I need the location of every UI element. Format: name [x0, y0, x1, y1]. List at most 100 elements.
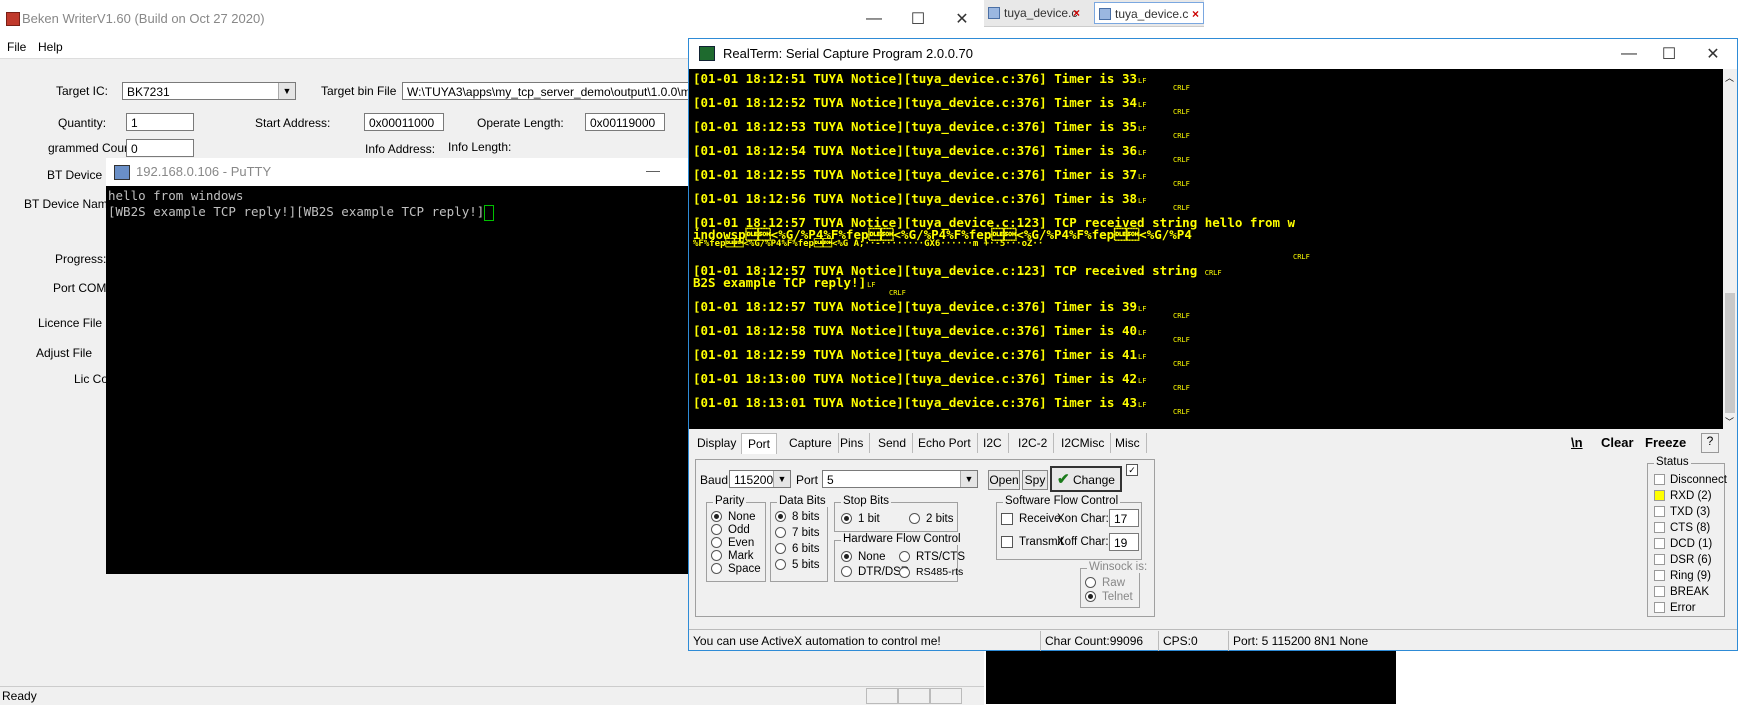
change-checkbox[interactable]: ✓	[1126, 464, 1138, 476]
databits-8-label: 8 bits	[792, 511, 820, 523]
tab-i2c[interactable]: I2C	[977, 433, 1009, 453]
operate-length-field[interactable]: 0x00119000	[585, 113, 665, 131]
target-bin-field[interactable]: W:\TUYA3\apps\my_tcp_server_demo\output\…	[402, 82, 692, 100]
change-button[interactable]: ✔ Change	[1050, 466, 1122, 492]
crlf-marker: CRLF	[1293, 253, 1310, 261]
port-label: Port	[796, 473, 819, 487]
editor-tab-2[interactable]: tuya_device.c ×	[1094, 2, 1204, 24]
stopbits-2-label: 2 bits	[926, 513, 954, 525]
stopbits-1[interactable]: 1 bit	[841, 513, 880, 525]
open-button[interactable]: Open	[988, 470, 1020, 490]
minimize-icon[interactable]: —	[1607, 39, 1651, 69]
swflow-title: Software Flow Control	[1003, 495, 1121, 507]
vertical-scrollbar[interactable]: ︿ ﹀	[1723, 69, 1737, 429]
scroll-up-icon[interactable]: ︿	[1725, 71, 1734, 84]
port-select[interactable]: 5 ▼	[822, 470, 978, 488]
close-icon[interactable]: ×	[1192, 3, 1199, 25]
hwflow-rtscts[interactable]: RTS/CTS	[899, 551, 965, 563]
tab-i2c-2[interactable]: I2C-2	[1012, 433, 1055, 453]
close-icon[interactable]: ×	[1073, 2, 1080, 24]
freeze-button[interactable]: Freeze	[1645, 435, 1686, 450]
realterm-terminal[interactable]: [01-01 18:12:51 TUYA Notice][tuya_device…	[689, 69, 1723, 429]
close-icon[interactable]: ✕	[940, 4, 984, 34]
maximize-icon[interactable]: ☐	[1647, 39, 1691, 69]
status-disconnect-label: Disconnect	[1670, 474, 1727, 486]
programmed-count-label: grammed Cour	[48, 141, 129, 155]
tab-echo-port[interactable]: Echo Port	[912, 433, 978, 453]
status-cts: CTS (8)	[1654, 522, 1710, 534]
baud-select[interactable]: 115200 ▼	[729, 470, 791, 488]
xon-field[interactable]: 17	[1109, 509, 1139, 527]
tab-i2cmisc[interactable]: I2CMisc	[1055, 433, 1112, 453]
databits-5[interactable]: 5 bits	[775, 559, 820, 571]
programmed-count-field[interactable]: 0	[126, 139, 194, 157]
close-icon[interactable]: ✕	[1691, 39, 1735, 69]
terminal-line-text: [01-01 18:12:53 TUYA Notice][tuya_device…	[693, 119, 1138, 134]
tab-display[interactable]: Display	[691, 433, 744, 453]
terminal-line-text: [01-01 18:12:58 TUYA Notice][tuya_device…	[693, 323, 1138, 338]
char-count: Char Count:99096	[1041, 631, 1159, 651]
quantity-field[interactable]: 1	[126, 113, 194, 131]
hwflow-rs485[interactable]: RS485-rts	[899, 566, 963, 578]
status-dsr: DSR (6)	[1654, 554, 1712, 566]
radio-icon	[775, 559, 786, 571]
parity-odd[interactable]: Odd	[711, 524, 750, 536]
maximize-icon[interactable]: ☐	[896, 4, 940, 34]
parity-none[interactable]: None	[711, 511, 756, 523]
newline-button[interactable]: \n	[1571, 435, 1583, 450]
winsock-raw[interactable]: Raw	[1085, 577, 1125, 589]
start-address-field[interactable]: 0x00011000	[364, 113, 444, 131]
scroll-thumb[interactable]	[1725, 293, 1735, 413]
databits-8[interactable]: 8 bits	[775, 511, 820, 523]
parity-even[interactable]: Even	[711, 537, 754, 549]
winsock-telnet[interactable]: Telnet	[1085, 591, 1133, 603]
spy-button[interactable]: Spy	[1022, 470, 1048, 490]
minimize-icon[interactable]: —	[646, 162, 660, 178]
xoff-field[interactable]: 19	[1109, 533, 1139, 551]
change-button-label: Change	[1072, 473, 1115, 487]
status-txd: TXD (3)	[1654, 506, 1710, 518]
scroll-down-icon[interactable]: ﹀	[1725, 415, 1734, 428]
putty-terminal[interactable]: hello from windows [WB2S example TCP rep…	[106, 186, 690, 574]
swflow-group: Software Flow Control Receive Xon Char: …	[996, 495, 1142, 560]
minimize-icon[interactable]: —	[852, 4, 896, 34]
editor-tab-1[interactable]: tuya_device.c ×	[984, 2, 1084, 24]
operate-length-value: 0x00119000	[590, 116, 656, 130]
status-dcd: DCD (1)	[1654, 538, 1712, 550]
terminal-line: [01-01 18:13:01 TUYA Notice][tuya_device…	[693, 395, 1146, 410]
chevron-down-icon[interactable]: ▼	[278, 83, 295, 99]
radio-icon	[711, 537, 722, 549]
cps: CPS:0	[1159, 631, 1229, 651]
chevron-down-icon[interactable]: ▼	[773, 471, 790, 487]
target-ic-select[interactable]: BK7231 ▼	[122, 82, 296, 100]
led-icon	[1654, 538, 1665, 550]
parity-mark[interactable]: Mark	[711, 550, 754, 562]
help-button[interactable]: ?	[1701, 433, 1719, 453]
tab-misc[interactable]: Misc	[1109, 433, 1147, 453]
receive-checkbox[interactable]: Receive	[1001, 513, 1061, 525]
status-panel	[930, 688, 962, 704]
stopbits-2[interactable]: 2 bits	[909, 513, 954, 525]
terminal-line-text: [01-01 18:12:55 TUYA Notice][tuya_device…	[693, 167, 1138, 182]
bt-device-name-label: BT Device Name:	[24, 197, 118, 211]
clear-button[interactable]: Clear	[1601, 435, 1634, 450]
radio-icon	[841, 566, 852, 578]
menu-help[interactable]: Help	[38, 40, 63, 54]
winsock-title: Winsock is:	[1087, 561, 1150, 573]
hwflow-none[interactable]: None	[841, 551, 886, 563]
tab-capture[interactable]: Capture	[783, 433, 839, 453]
parity-space-label: Space	[728, 563, 761, 575]
tab-port[interactable]: Port	[741, 433, 778, 454]
target-bin-value: W:\TUYA3\apps\my_tcp_server_demo\output\…	[407, 85, 692, 99]
parity-space[interactable]: Space	[711, 563, 761, 575]
databits-6[interactable]: 6 bits	[775, 543, 820, 555]
tab-send[interactable]: Send	[872, 433, 914, 453]
menu-file[interactable]: File	[7, 40, 26, 54]
baud-value: 115200	[734, 473, 774, 487]
databits-7[interactable]: 7 bits	[775, 527, 820, 539]
transmit-checkbox[interactable]: Transmit	[1001, 536, 1063, 548]
radio-icon	[899, 566, 910, 578]
tab-pins[interactable]: Pins	[834, 433, 871, 453]
chevron-down-icon[interactable]: ▼	[960, 471, 977, 487]
realterm-window: RealTerm: Serial Capture Program 2.0.0.7…	[688, 38, 1738, 651]
